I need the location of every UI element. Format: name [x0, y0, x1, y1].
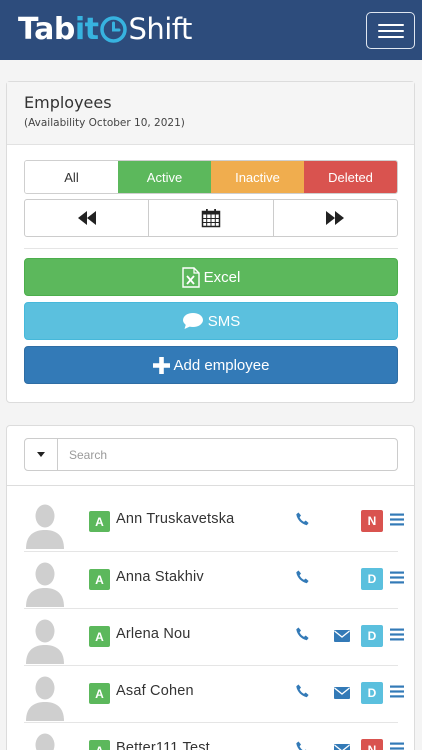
phone-icon[interactable]: [296, 741, 309, 750]
status-badge: A: [89, 683, 110, 704]
calendar-icon: [201, 209, 221, 228]
employee-name[interactable]: Arlena Nou: [116, 626, 191, 642]
search-input[interactable]: [58, 439, 397, 470]
employee-list-panel: A Ann Truskavetska N A Anna Stakhiv D A Arlena …: [6, 425, 415, 750]
row-menu-icon[interactable]: [390, 742, 404, 750]
sms-button-label: SMS: [207, 312, 241, 330]
envelope-icon[interactable]: [334, 686, 350, 704]
status-badge: A: [89, 626, 110, 647]
phone-icon[interactable]: [296, 570, 309, 589]
hamburger-icon: [378, 24, 404, 26]
employee-row[interactable]: A Asaf Cohen D: [24, 665, 404, 722]
clock-icon: [100, 15, 128, 43]
brand-suffix: Shift: [128, 12, 192, 46]
navbar-toggle-button[interactable]: [366, 12, 415, 49]
previous-date-button[interactable]: [25, 200, 150, 236]
row-menu-icon[interactable]: [390, 628, 404, 646]
backward-icon: [77, 211, 96, 225]
status-badge: A: [89, 740, 110, 750]
employee-name[interactable]: Anna Stakhiv: [116, 569, 204, 585]
shift-badge[interactable]: D: [361, 682, 383, 704]
status-badge: A: [89, 569, 110, 590]
employee-row[interactable]: A Arlena Nou D: [24, 608, 404, 665]
filter-inactive-button[interactable]: Inactive: [211, 161, 304, 193]
search-filter-dropdown[interactable]: [25, 439, 58, 470]
top-navbar: Tab it Shift: [0, 0, 422, 60]
excel-icon: [181, 266, 200, 288]
avatar: [24, 503, 66, 554]
hamburger-icon-bar: [378, 30, 404, 32]
filter-all-button[interactable]: All: [25, 161, 118, 193]
envelope-icon[interactable]: [334, 743, 350, 750]
row-menu-icon[interactable]: [390, 571, 404, 589]
next-date-button[interactable]: [274, 200, 397, 236]
plus-icon: [152, 356, 170, 374]
filter-deleted-button[interactable]: Deleted: [304, 161, 397, 193]
page-title: Employees: [24, 93, 112, 112]
employee-row[interactable]: A Ann Truskavetska N: [24, 494, 404, 554]
avatar: [24, 675, 66, 726]
employee-name[interactable]: Ann Truskavetska: [116, 511, 234, 527]
row-menu-icon[interactable]: [390, 513, 404, 531]
shift-badge[interactable]: N: [361, 739, 383, 750]
row-menu-icon[interactable]: [390, 685, 404, 703]
employees-panel: Employees (Availability October 10, 2021…: [6, 81, 415, 403]
divider: [24, 248, 398, 249]
phone-icon[interactable]: [296, 684, 309, 703]
phone-icon[interactable]: [296, 512, 309, 531]
shift-badge[interactable]: D: [361, 568, 383, 590]
avatar: [24, 732, 66, 750]
status-filter-group: All Active Inactive Deleted: [24, 160, 398, 194]
employee-name[interactable]: Asaf Cohen: [116, 683, 194, 699]
status-badge: A: [89, 511, 110, 532]
caret-down-icon: [37, 452, 45, 457]
employee-row[interactable]: A Anna Stakhiv D: [24, 551, 404, 608]
sms-button[interactable]: SMS: [24, 302, 398, 340]
forward-icon: [326, 211, 345, 225]
avatar: [24, 618, 66, 669]
employee-name[interactable]: Better111 Test: [116, 740, 210, 750]
brand-prefix: Tab: [18, 11, 75, 47]
shift-badge[interactable]: D: [361, 625, 383, 647]
excel-button-label: Excel: [203, 268, 241, 286]
search-bar: [24, 438, 398, 471]
availability-subtitle: (Availability October 10, 2021): [24, 117, 185, 129]
filter-active-button[interactable]: Active: [118, 161, 211, 193]
add-employee-button[interactable]: Add employee: [24, 346, 398, 384]
hamburger-icon-bar: [378, 36, 404, 38]
comment-icon: [182, 312, 204, 330]
brand-accent: it: [74, 11, 99, 47]
add-employee-label: Add employee: [173, 356, 270, 374]
date-navigation: [24, 199, 398, 237]
calendar-button[interactable]: [149, 200, 274, 236]
tabitshift-logo[interactable]: Tab it Shift: [18, 11, 192, 47]
export-excel-button[interactable]: Excel: [24, 258, 398, 296]
employee-row[interactable]: A Better111 Test N: [24, 722, 404, 750]
shift-badge[interactable]: N: [361, 510, 383, 532]
avatar: [24, 561, 66, 612]
panel-header: Employees (Availability October 10, 2021…: [7, 82, 414, 145]
envelope-icon[interactable]: [334, 629, 350, 647]
list-divider: [7, 485, 414, 486]
phone-icon[interactable]: [296, 627, 309, 646]
